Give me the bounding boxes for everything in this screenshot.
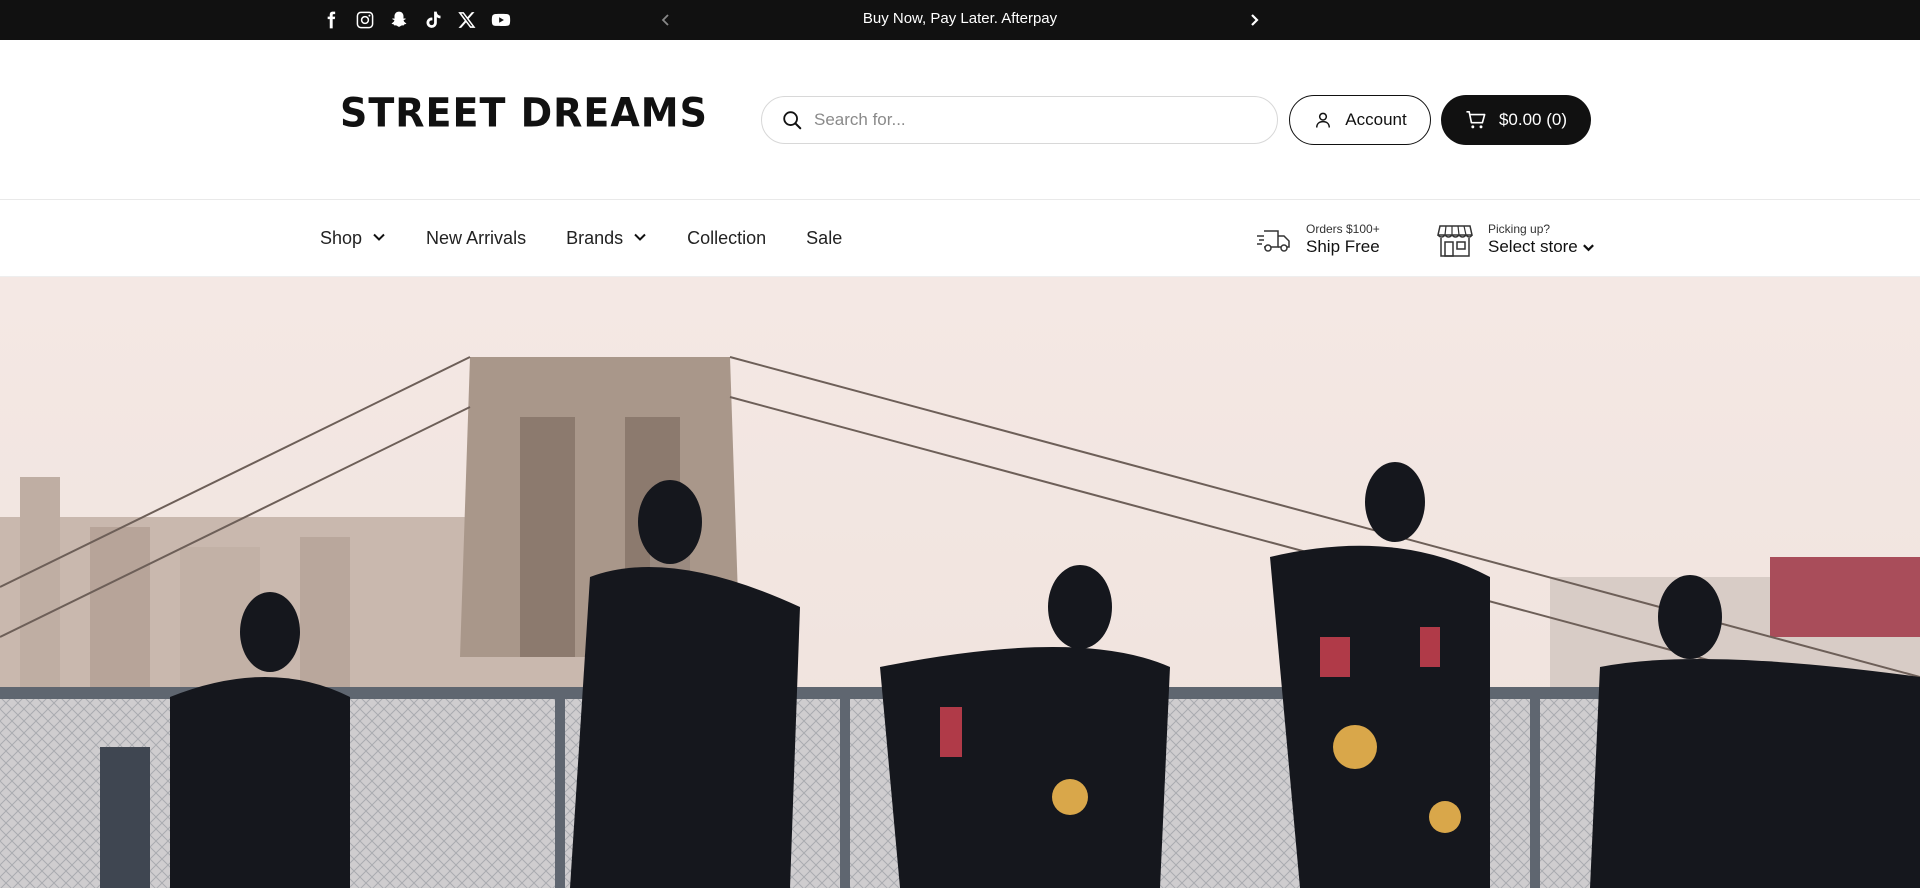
search-input[interactable] xyxy=(814,110,1234,130)
site-header: STREET DREAMS Account $0.00 (0) xyxy=(0,40,1920,200)
snapchat-icon[interactable] xyxy=(388,9,410,31)
search-icon[interactable] xyxy=(780,108,804,132)
store-selector[interactable]: Picking up? Select store xyxy=(1436,220,1595,260)
x-twitter-icon[interactable] xyxy=(456,9,478,31)
site-logo[interactable]: STREET DREAMS xyxy=(340,93,708,133)
free-shipping-info: Orders $100+ Ship Free xyxy=(1256,220,1380,260)
cart-button[interactable]: $0.00 (0) xyxy=(1441,95,1591,145)
nav-item-sale[interactable]: Sale xyxy=(806,228,842,249)
announcement-prev-button[interactable] xyxy=(654,8,678,32)
chevron-down-icon xyxy=(1582,243,1594,251)
store-small-label: Picking up? xyxy=(1488,222,1551,236)
main-nav: Shop New Arrivals Brands Collection Sale… xyxy=(0,200,1920,277)
nav-item-shop[interactable]: Shop xyxy=(320,228,386,249)
hero-image xyxy=(0,277,1920,888)
shipping-big-label: Ship Free xyxy=(1306,237,1380,256)
nav-item-label: Brands xyxy=(566,228,624,248)
nav-item-brands[interactable]: Brands xyxy=(566,228,647,249)
account-button[interactable]: Account xyxy=(1289,95,1431,145)
search-bar[interactable] xyxy=(761,96,1278,144)
nav-item-label: Shop xyxy=(320,228,363,248)
nav-item-label: Collection xyxy=(687,228,767,248)
instagram-icon[interactable] xyxy=(354,9,376,31)
delivery-truck-icon xyxy=(1257,230,1290,252)
chevron-down-icon xyxy=(372,228,386,249)
nav-item-new-arrivals[interactable]: New Arrivals xyxy=(426,228,526,249)
youtube-icon[interactable] xyxy=(490,9,512,31)
announcement-text[interactable]: Buy Now, Pay Later. Afterpay xyxy=(700,0,1220,40)
facebook-icon[interactable] xyxy=(320,9,342,31)
user-icon xyxy=(1316,112,1331,128)
hero-banner[interactable] xyxy=(0,277,1920,888)
chevron-left-icon xyxy=(661,14,669,26)
chevron-down-icon xyxy=(633,228,647,249)
social-links xyxy=(320,0,512,40)
chevron-right-icon xyxy=(1251,14,1259,26)
cart-icon xyxy=(1466,111,1486,129)
nav-item-collection[interactable]: Collection xyxy=(687,228,766,249)
announcement-bar: Buy Now, Pay Later. Afterpay xyxy=(0,0,1920,40)
shipping-small-label: Orders $100+ xyxy=(1306,222,1380,236)
store-big-label: Select store xyxy=(1488,237,1578,256)
nav-item-label: New Arrivals xyxy=(426,228,527,248)
tiktok-icon[interactable] xyxy=(422,9,444,31)
storefront-icon xyxy=(1437,225,1473,257)
cart-total: $0.00 (0) xyxy=(1498,110,1568,129)
nav-item-label: Sale xyxy=(806,228,843,248)
announcement-next-button[interactable] xyxy=(1242,8,1266,32)
account-label: Account xyxy=(1345,110,1407,129)
